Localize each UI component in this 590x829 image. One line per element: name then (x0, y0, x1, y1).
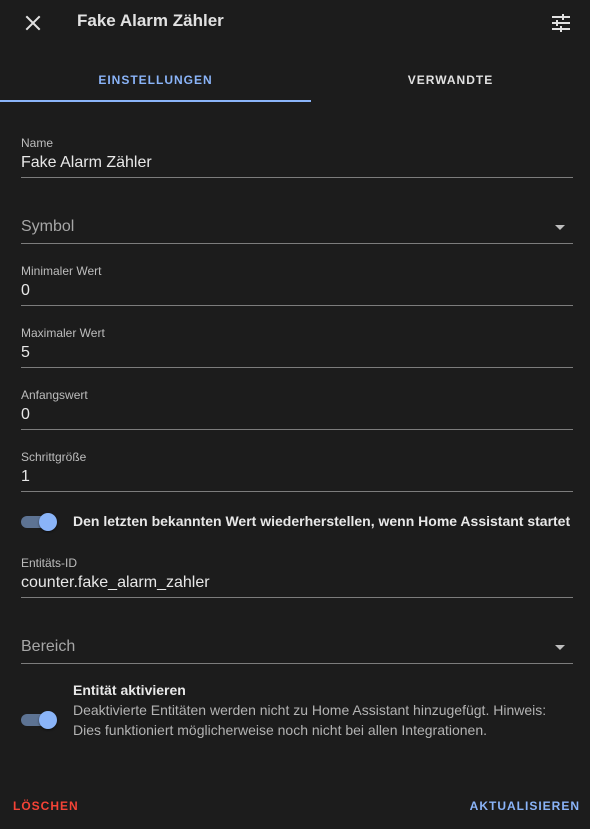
name-value: Fake Alarm Zähler (21, 154, 152, 171)
area-placeholder: Bereich (21, 638, 76, 655)
minimum-label: Minimaler Wert (21, 264, 102, 278)
maximum-label: Maximaler Wert (21, 326, 105, 340)
enable-entity-toggle[interactable] (21, 711, 58, 729)
advanced-settings-button[interactable] (548, 10, 574, 36)
close-icon (25, 15, 41, 31)
tab-settings[interactable]: EINSTELLUNGEN (0, 60, 311, 100)
name-label: Name (21, 136, 54, 150)
chevron-down-icon (555, 225, 565, 230)
tab-bar: EINSTELLUNGEN VERWANDTE (0, 60, 590, 103)
delete-button[interactable]: LÖSCHEN (13, 799, 79, 813)
step-field[interactable]: Schrittgröße 1 (21, 442, 573, 492)
tune-icon (552, 14, 570, 32)
entity-id-label: Entitäts-ID (21, 556, 78, 570)
enable-entity-description: Deaktivierte Entitäten werden nicht zu H… (73, 702, 547, 738)
symbol-placeholder: Symbol (21, 218, 75, 235)
restore-label: Den letzten bekannten Wert wiederherstel… (73, 513, 571, 529)
maximum-field[interactable]: Maximaler Wert 5 (21, 318, 573, 368)
name-field[interactable]: Name Fake Alarm Zähler (21, 128, 573, 178)
symbol-picker[interactable]: Symbol (21, 200, 573, 244)
entity-id-value: counter.fake_alarm_zahler (21, 574, 210, 591)
minimum-value: 0 (21, 282, 30, 299)
chevron-down-icon (555, 645, 565, 650)
initial-field[interactable]: Anfangswert 0 (21, 380, 573, 430)
step-value: 1 (21, 468, 30, 485)
initial-label: Anfangswert (21, 388, 88, 402)
toggle-thumb (39, 711, 57, 729)
active-tab-indicator (0, 100, 311, 102)
maximum-value: 5 (21, 344, 30, 361)
dialog-title: Fake Alarm Zähler (77, 11, 224, 30)
update-button[interactable]: AKTUALISIEREN (470, 799, 580, 813)
entity-id-field[interactable]: Entitäts-ID counter.fake_alarm_zahler (21, 548, 573, 598)
step-label: Schrittgröße (21, 450, 87, 464)
initial-value: 0 (21, 406, 30, 423)
minimum-field[interactable]: Minimaler Wert 0 (21, 256, 573, 306)
area-picker[interactable]: Bereich (21, 620, 573, 664)
restore-toggle[interactable] (21, 513, 58, 531)
tab-related[interactable]: VERWANDTE (311, 60, 590, 100)
close-button[interactable] (20, 10, 46, 36)
enable-entity-title: Entität aktivieren (73, 682, 186, 698)
toggle-thumb (39, 513, 57, 531)
dialog-header: Fake Alarm Zähler (0, 0, 590, 46)
